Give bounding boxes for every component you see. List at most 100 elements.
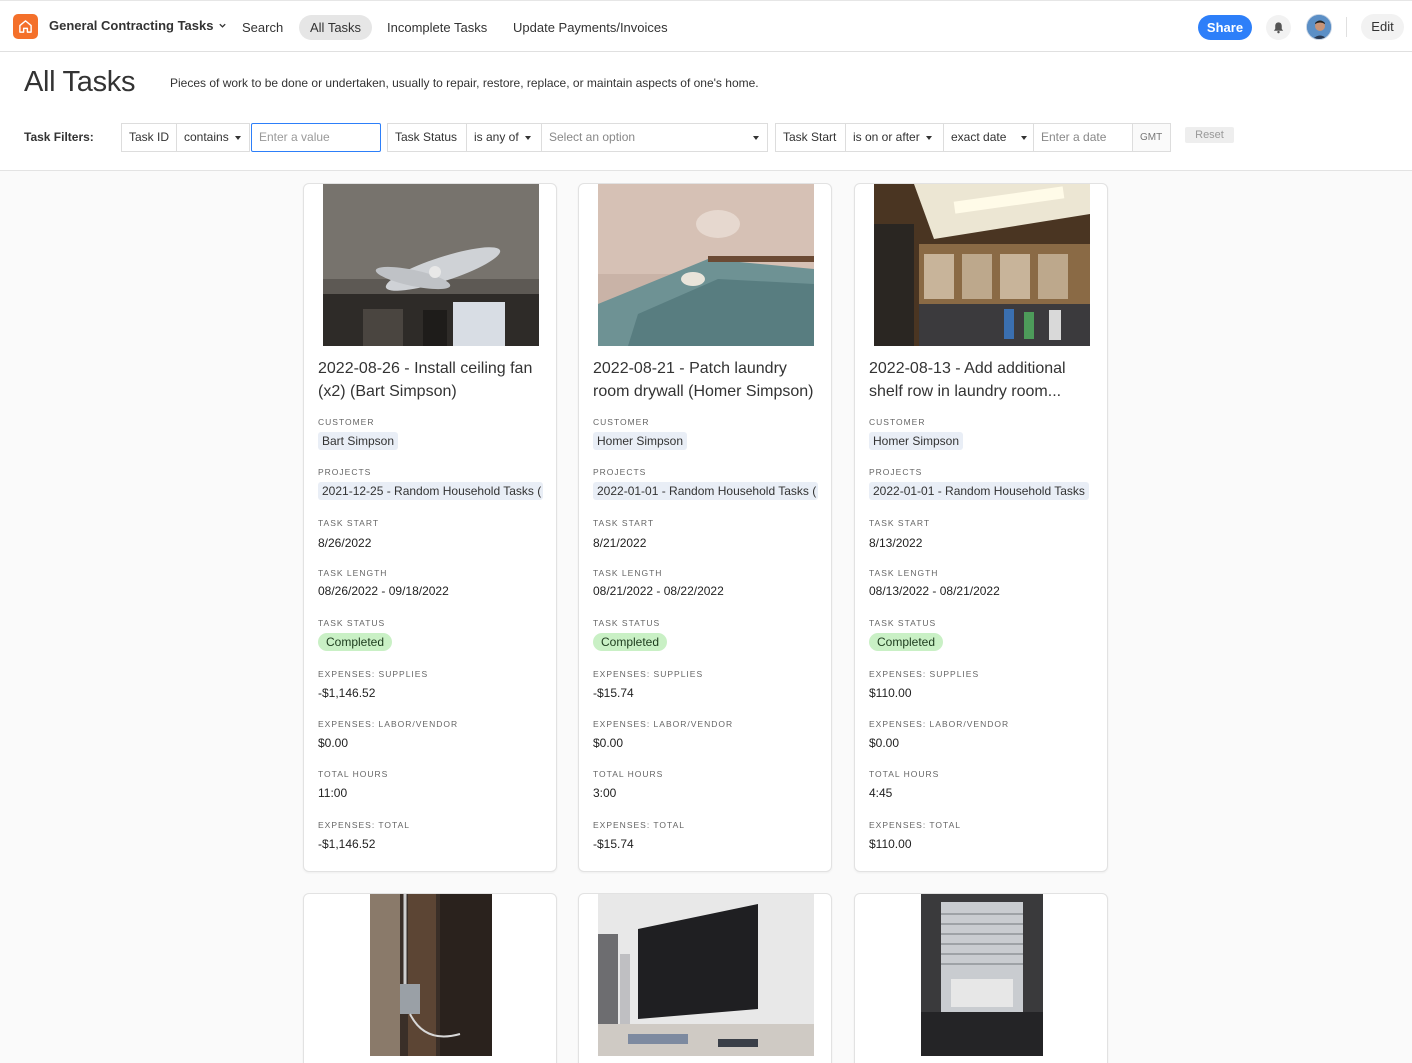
task-photo-tv-mount [598, 894, 814, 1056]
task-start-value: 8/13/2022 [869, 536, 923, 550]
status-badge: Completed [318, 633, 393, 651]
supplies-label: EXPENSES: SUPPLIES [869, 669, 980, 679]
task-length-value: 08/13/2022 - 08/21/2022 [869, 584, 1000, 598]
nav-search[interactable]: Search [231, 15, 294, 40]
base-logo-icon[interactable] [13, 14, 38, 39]
app-name-dropdown[interactable]: General Contracting Tasks [49, 18, 227, 33]
project-chip[interactable]: 2022-01-01 - Random Household Tasks [869, 482, 1089, 500]
page-title: All Tasks [24, 66, 136, 98]
task-length-label: TASK LENGTH [593, 568, 663, 578]
timezone-label: GMT [1132, 123, 1171, 152]
task-photo-laundry-shelves [874, 184, 1090, 346]
projects-label: PROJECTS [593, 467, 647, 477]
customer-chip[interactable]: Homer Simpson [869, 432, 964, 450]
hours-label: TOTAL HOURS [869, 769, 940, 779]
task-card[interactable] [854, 893, 1108, 1063]
project-chip[interactable]: 2022-01-01 - Random Household Tasks ( [593, 482, 818, 500]
share-button[interactable]: Share [1198, 15, 1252, 40]
filter-task-start-mode[interactable]: exact date [943, 123, 1034, 152]
app-name-label: General Contracting Tasks [49, 18, 214, 33]
hours-value: 11:00 [318, 786, 348, 800]
customer-chip[interactable]: Homer Simpson [593, 432, 688, 450]
hours-label: TOTAL HOURS [593, 769, 664, 779]
task-card[interactable]: 2022-08-26 - Install ceiling fan (x2) (B… [303, 183, 557, 872]
supplies-value: $110.00 [869, 686, 912, 700]
filter-task-status-select[interactable]: Select an option [541, 123, 768, 152]
task-card[interactable] [303, 893, 557, 1063]
task-status-label: TASK STATUS [318, 618, 386, 628]
hours-label: TOTAL HOURS [318, 769, 389, 779]
caret-down-icon [925, 135, 932, 140]
supplies-value: -$1,146.52 [318, 686, 376, 700]
task-photo-drywall [598, 184, 814, 346]
total-label: EXPENSES: TOTAL [869, 820, 962, 830]
notifications-bell-icon[interactable] [1266, 15, 1291, 40]
nav-incomplete-tasks[interactable]: Incomplete Tasks [376, 15, 498, 40]
edit-button[interactable]: Edit [1361, 14, 1404, 40]
nav-update-payments[interactable]: Update Payments/Invoices [502, 15, 679, 40]
task-start-label: TASK START [593, 518, 655, 528]
task-status-label: TASK STATUS [593, 618, 661, 628]
nav-all-tasks[interactable]: All Tasks [299, 15, 373, 40]
user-avatar[interactable] [1306, 14, 1332, 40]
customer-chip[interactable]: Bart Simpson [318, 432, 399, 450]
task-title[interactable]: 2022-08-26 - Install ceiling fan (x2) (B… [318, 357, 548, 403]
divider [1346, 17, 1347, 37]
task-length-label: TASK LENGTH [318, 568, 388, 578]
chevron-down-icon [219, 23, 227, 28]
task-start-value: 8/26/2022 [318, 536, 372, 550]
reset-filters-button[interactable]: Reset [1185, 127, 1234, 143]
task-title[interactable]: 2022-08-21 - Patch laundry room drywall … [593, 357, 823, 403]
task-length-value: 08/26/2022 - 09/18/2022 [318, 584, 449, 598]
customer-label: CUSTOMER [869, 417, 926, 427]
hours-value: 3:00 [593, 786, 617, 800]
task-start-label: TASK START [318, 518, 380, 528]
labor-label: EXPENSES: LABOR/VENDOR [869, 719, 1010, 729]
labor-label: EXPENSES: LABOR/VENDOR [318, 719, 459, 729]
filter-task-id-input[interactable]: Enter a value [251, 123, 381, 152]
supplies-label: EXPENSES: SUPPLIES [593, 669, 704, 679]
task-title[interactable]: 2022-08-13 - Add additional shelf row in… [869, 357, 1099, 403]
task-card[interactable]: 2022-08-21 - Patch laundry room drywall … [578, 183, 832, 872]
filter-task-id-operator[interactable]: contains [176, 123, 250, 152]
operator-label: is any of [474, 130, 519, 144]
task-card[interactable] [578, 893, 832, 1063]
total-value: -$1,146.52 [318, 837, 376, 851]
total-label: EXPENSES: TOTAL [593, 820, 686, 830]
mode-label: exact date [951, 130, 1007, 144]
projects-label: PROJECTS [869, 467, 923, 477]
caret-down-icon [524, 135, 531, 140]
filter-task-start-operator[interactable]: is on or after [845, 123, 944, 152]
caret-down-icon [1021, 136, 1027, 140]
task-filters-label: Task Filters: [24, 130, 94, 144]
supplies-value: -$15.74 [593, 686, 634, 700]
task-photo-attic-wiring [370, 894, 492, 1056]
filter-task-start-field[interactable]: Task Start [775, 123, 846, 152]
task-card[interactable]: 2022-08-13 - Add additional shelf row in… [854, 183, 1108, 872]
page-description: Pieces of work to be done or undertaken,… [170, 76, 759, 90]
task-start-value: 8/21/2022 [593, 536, 647, 550]
filter-task-status-operator[interactable]: is any of [466, 123, 542, 152]
filter-task-status-field[interactable]: Task Status [387, 123, 467, 152]
supplies-label: EXPENSES: SUPPLIES [318, 669, 429, 679]
status-badge: Completed [869, 633, 944, 651]
labor-value: $0.00 [869, 736, 900, 750]
labor-label: EXPENSES: LABOR/VENDOR [593, 719, 734, 729]
total-label: EXPENSES: TOTAL [318, 820, 411, 830]
caret-down-icon [753, 136, 759, 140]
caret-down-icon [234, 135, 241, 140]
operator-label: contains [184, 130, 229, 144]
filter-task-id-field[interactable]: Task ID [121, 123, 177, 152]
customer-label: CUSTOMER [318, 417, 375, 427]
total-value: $110.00 [869, 837, 912, 851]
task-photo-window-ac [921, 894, 1043, 1056]
operator-label: is on or after [853, 130, 920, 144]
project-chip[interactable]: 2021-12-25 - Random Household Tasks ( [318, 482, 543, 500]
customer-label: CUSTOMER [593, 417, 650, 427]
task-photo-ceiling-fan [323, 184, 539, 346]
status-badge: Completed [593, 633, 668, 651]
filter-task-start-date-input[interactable]: Enter a date [1033, 123, 1133, 152]
top-navigation-bar: General Contracting Tasks Search All Tas… [0, 0, 1412, 52]
task-length-label: TASK LENGTH [869, 568, 939, 578]
labor-value: $0.00 [318, 736, 349, 750]
